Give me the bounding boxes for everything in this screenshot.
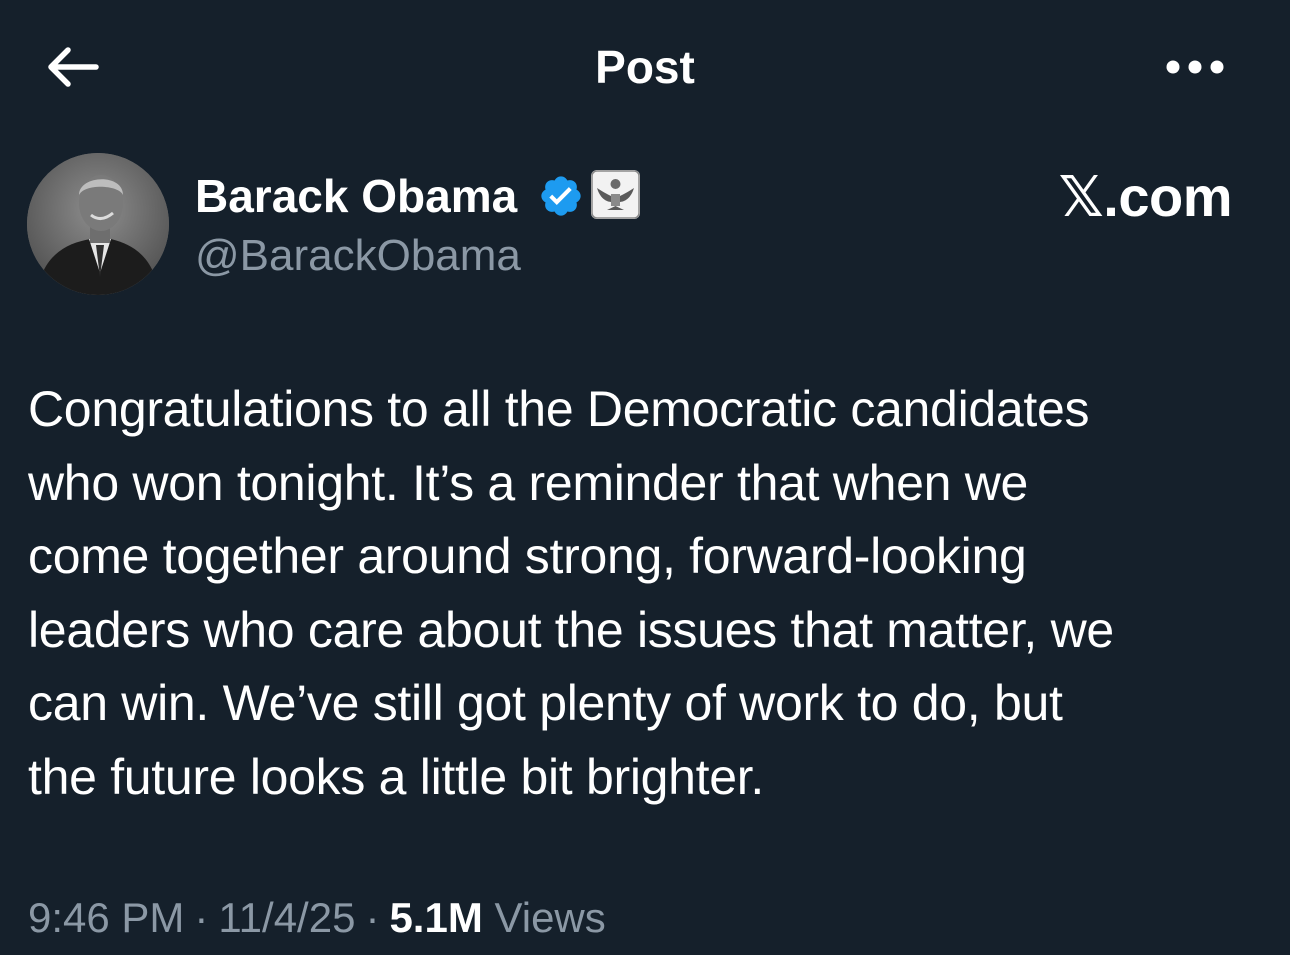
verified-badge-icon xyxy=(541,176,581,216)
avatar[interactable] xyxy=(27,153,169,295)
author-handle[interactable]: @BarackObama xyxy=(195,230,521,282)
more-options-button[interactable] xyxy=(1155,40,1235,94)
tweet-date[interactable]: 11/4/25 xyxy=(218,894,355,941)
tweet-metadata: 9:46 PM · 11/4/25 · 5.1M Views xyxy=(28,890,606,946)
avatar-photo xyxy=(27,153,169,295)
government-seal-icon[interactable] xyxy=(591,170,640,219)
page-title: Post xyxy=(595,41,695,93)
top-bar: Post xyxy=(0,0,1290,135)
separator: · xyxy=(194,894,209,941)
views-label: Views xyxy=(494,894,606,941)
author-name[interactable]: Barack Obama xyxy=(195,170,517,222)
site-watermark: 𝕏.com xyxy=(1058,165,1233,228)
more-dots-icon xyxy=(1166,60,1224,74)
tweet-text: Congratulations to all the Democratic ca… xyxy=(28,381,1114,805)
tweet-time[interactable]: 9:46 PM xyxy=(28,894,184,941)
views-count[interactable]: 5.1M xyxy=(389,894,482,941)
separator: · xyxy=(365,894,380,941)
